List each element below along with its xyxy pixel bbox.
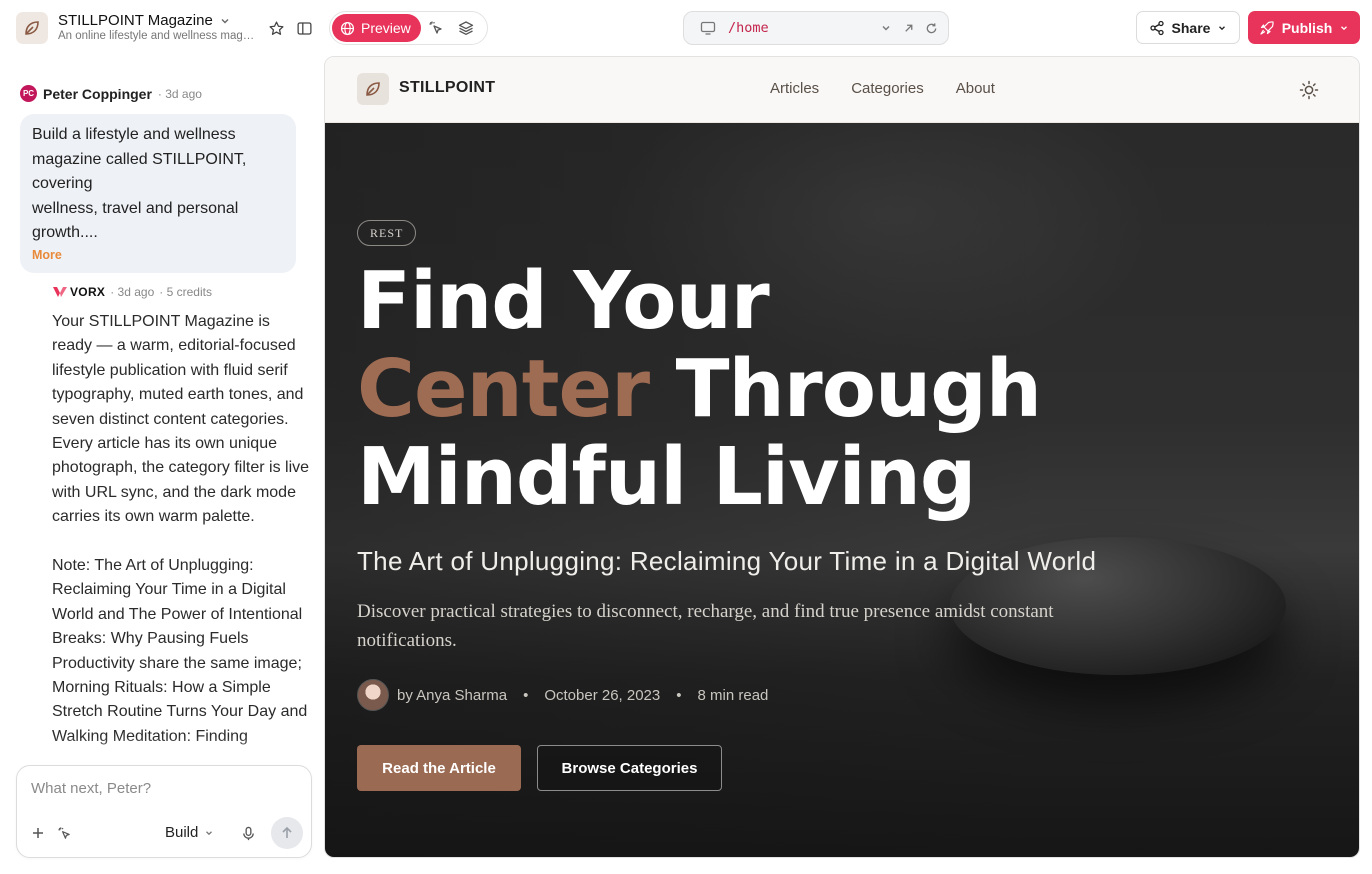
site-logo[interactable] — [357, 73, 389, 105]
pointer-sparkle-icon — [429, 21, 442, 34]
rocket-icon — [1260, 20, 1274, 35]
chevron-down-icon[interactable] — [880, 22, 892, 34]
article-meta: by Anya Sharma • October 26, 2023 • 8 mi… — [357, 679, 768, 711]
sun-icon — [1299, 80, 1319, 100]
chevron-down-icon — [1341, 25, 1348, 30]
hero-title-accent: Center — [357, 343, 650, 435]
project-name[interactable]: STILLPOINT Magazine — [58, 12, 231, 29]
assistant-paragraph: Note: The Art of Unplugging: Reclaiming … — [52, 557, 308, 745]
publish-button[interactable]: Publish — [1248, 11, 1360, 44]
project-logo[interactable] — [16, 12, 48, 44]
project-description: An online lifestyle and wellness magazin… — [58, 30, 260, 42]
nav-link-categories[interactable]: Categories — [851, 80, 924, 97]
user-message-text: Build a lifestyle and wellness magazine … — [32, 126, 247, 241]
share-button[interactable]: Share — [1136, 11, 1240, 44]
open-external-icon[interactable] — [902, 22, 915, 35]
refresh-icon[interactable] — [925, 22, 938, 35]
meta-separator: • — [523, 686, 529, 704]
leaf-icon — [25, 21, 39, 35]
assistant-paragraph: Your STILLPOINT Magazine is ready — a wa… — [52, 313, 310, 526]
user-message-bubble: Build a lifestyle and wellness magazine … — [20, 114, 296, 273]
microphone-icon — [242, 826, 254, 840]
message-author: Peter Coppinger — [43, 85, 152, 102]
assistant-credits: · 5 credits — [159, 285, 212, 299]
meta-separator: • — [676, 686, 682, 704]
attach-button[interactable] — [27, 822, 49, 844]
share-label: Share — [1171, 19, 1211, 36]
avatar: PC — [20, 85, 37, 102]
user-message-header: PC Peter Coppinger · 3d ago — [20, 85, 202, 102]
mode-select-label: Build — [165, 824, 199, 841]
select-element-button[interactable] — [421, 14, 451, 42]
star-icon — [268, 20, 284, 35]
chevron-down-icon — [221, 18, 229, 23]
site-brand[interactable]: STILLPOINT — [399, 79, 495, 97]
message-time: · 3d ago — [157, 86, 202, 101]
layers-icon — [458, 21, 473, 35]
hero-subtitle: The Art of Unplugging: Reclaiming Your T… — [357, 546, 1097, 576]
article-date: October 26, 2023 — [544, 686, 661, 704]
preview-frame: STILLPOINT Articles Categories About RES… — [324, 56, 1360, 858]
assistant-brand-name: VORX — [70, 285, 106, 299]
publish-label: Publish — [1281, 19, 1333, 36]
url-bar[interactable]: /home — [683, 11, 949, 45]
author-name: by Anya Sharma — [397, 686, 508, 704]
read-time: 8 min read — [697, 686, 769, 704]
mode-select[interactable]: Build — [165, 824, 214, 841]
view-mode-group: Preview — [329, 11, 488, 45]
nav-link-articles[interactable]: Articles — [770, 80, 819, 97]
hero-title-line: Find Your — [357, 255, 770, 347]
desktop-icon[interactable] — [700, 20, 716, 36]
assistant-brand: VORX — [52, 285, 105, 299]
project-title: STILLPOINT Magazine — [58, 12, 213, 29]
hero-title-line: Mindful Living — [357, 431, 976, 523]
chat-input[interactable] — [31, 780, 291, 797]
layers-button[interactable] — [451, 14, 481, 42]
top-bar: STILLPOINT Magazine An online lifestyle … — [0, 0, 1372, 56]
url-path[interactable]: /home — [728, 20, 880, 36]
sidebar-icon — [296, 21, 312, 35]
hero-title: Find Your Center Through Mindful Living — [357, 257, 1177, 521]
preview-button[interactable]: Preview — [332, 14, 421, 42]
vorx-logo-icon — [53, 287, 67, 297]
leaf-icon — [366, 82, 380, 96]
arrow-up-icon — [282, 826, 292, 838]
assistant-time: · 3d ago — [110, 285, 155, 299]
nav-link-about[interactable]: About — [956, 80, 995, 97]
assistant-message-header: VORX · 3d ago · 5 credits — [52, 285, 212, 299]
chat-panel: PC Peter Coppinger · 3d ago Build a life… — [0, 56, 324, 874]
site-header: STILLPOINT Articles Categories About — [325, 57, 1359, 123]
send-button[interactable] — [271, 817, 303, 849]
more-link[interactable]: More — [32, 248, 62, 262]
hero-section: REST Find Your Center Through Mindful Li… — [325, 123, 1359, 857]
share-icon — [1149, 20, 1164, 35]
voice-input-button[interactable] — [237, 822, 259, 844]
chevron-down-icon — [206, 830, 213, 835]
preview-label: Preview — [361, 20, 411, 36]
category-tag[interactable]: REST — [357, 220, 417, 246]
browse-categories-button[interactable]: Browse Categories — [537, 745, 722, 791]
hero-description: Discover practical strategies to disconn… — [357, 601, 1054, 651]
chevron-down-icon — [1219, 25, 1226, 30]
globe-icon — [340, 21, 355, 35]
chat-composer: Build — [16, 765, 312, 858]
plus-icon — [33, 828, 43, 838]
select-element-button[interactable] — [53, 822, 75, 844]
favorite-button[interactable] — [265, 17, 287, 39]
toggle-sidebar-button[interactable] — [293, 17, 315, 39]
author-avatar — [357, 679, 389, 711]
pointer-sparkle-icon — [57, 826, 70, 839]
site-nav-links: Articles Categories About — [770, 80, 995, 97]
read-article-button[interactable]: Read the Article — [357, 745, 521, 791]
theme-toggle-button[interactable] — [1297, 78, 1321, 102]
hero-title-line: Through — [649, 343, 1042, 435]
assistant-message-text: Your STILLPOINT Magazine is ready — a wa… — [52, 310, 310, 770]
